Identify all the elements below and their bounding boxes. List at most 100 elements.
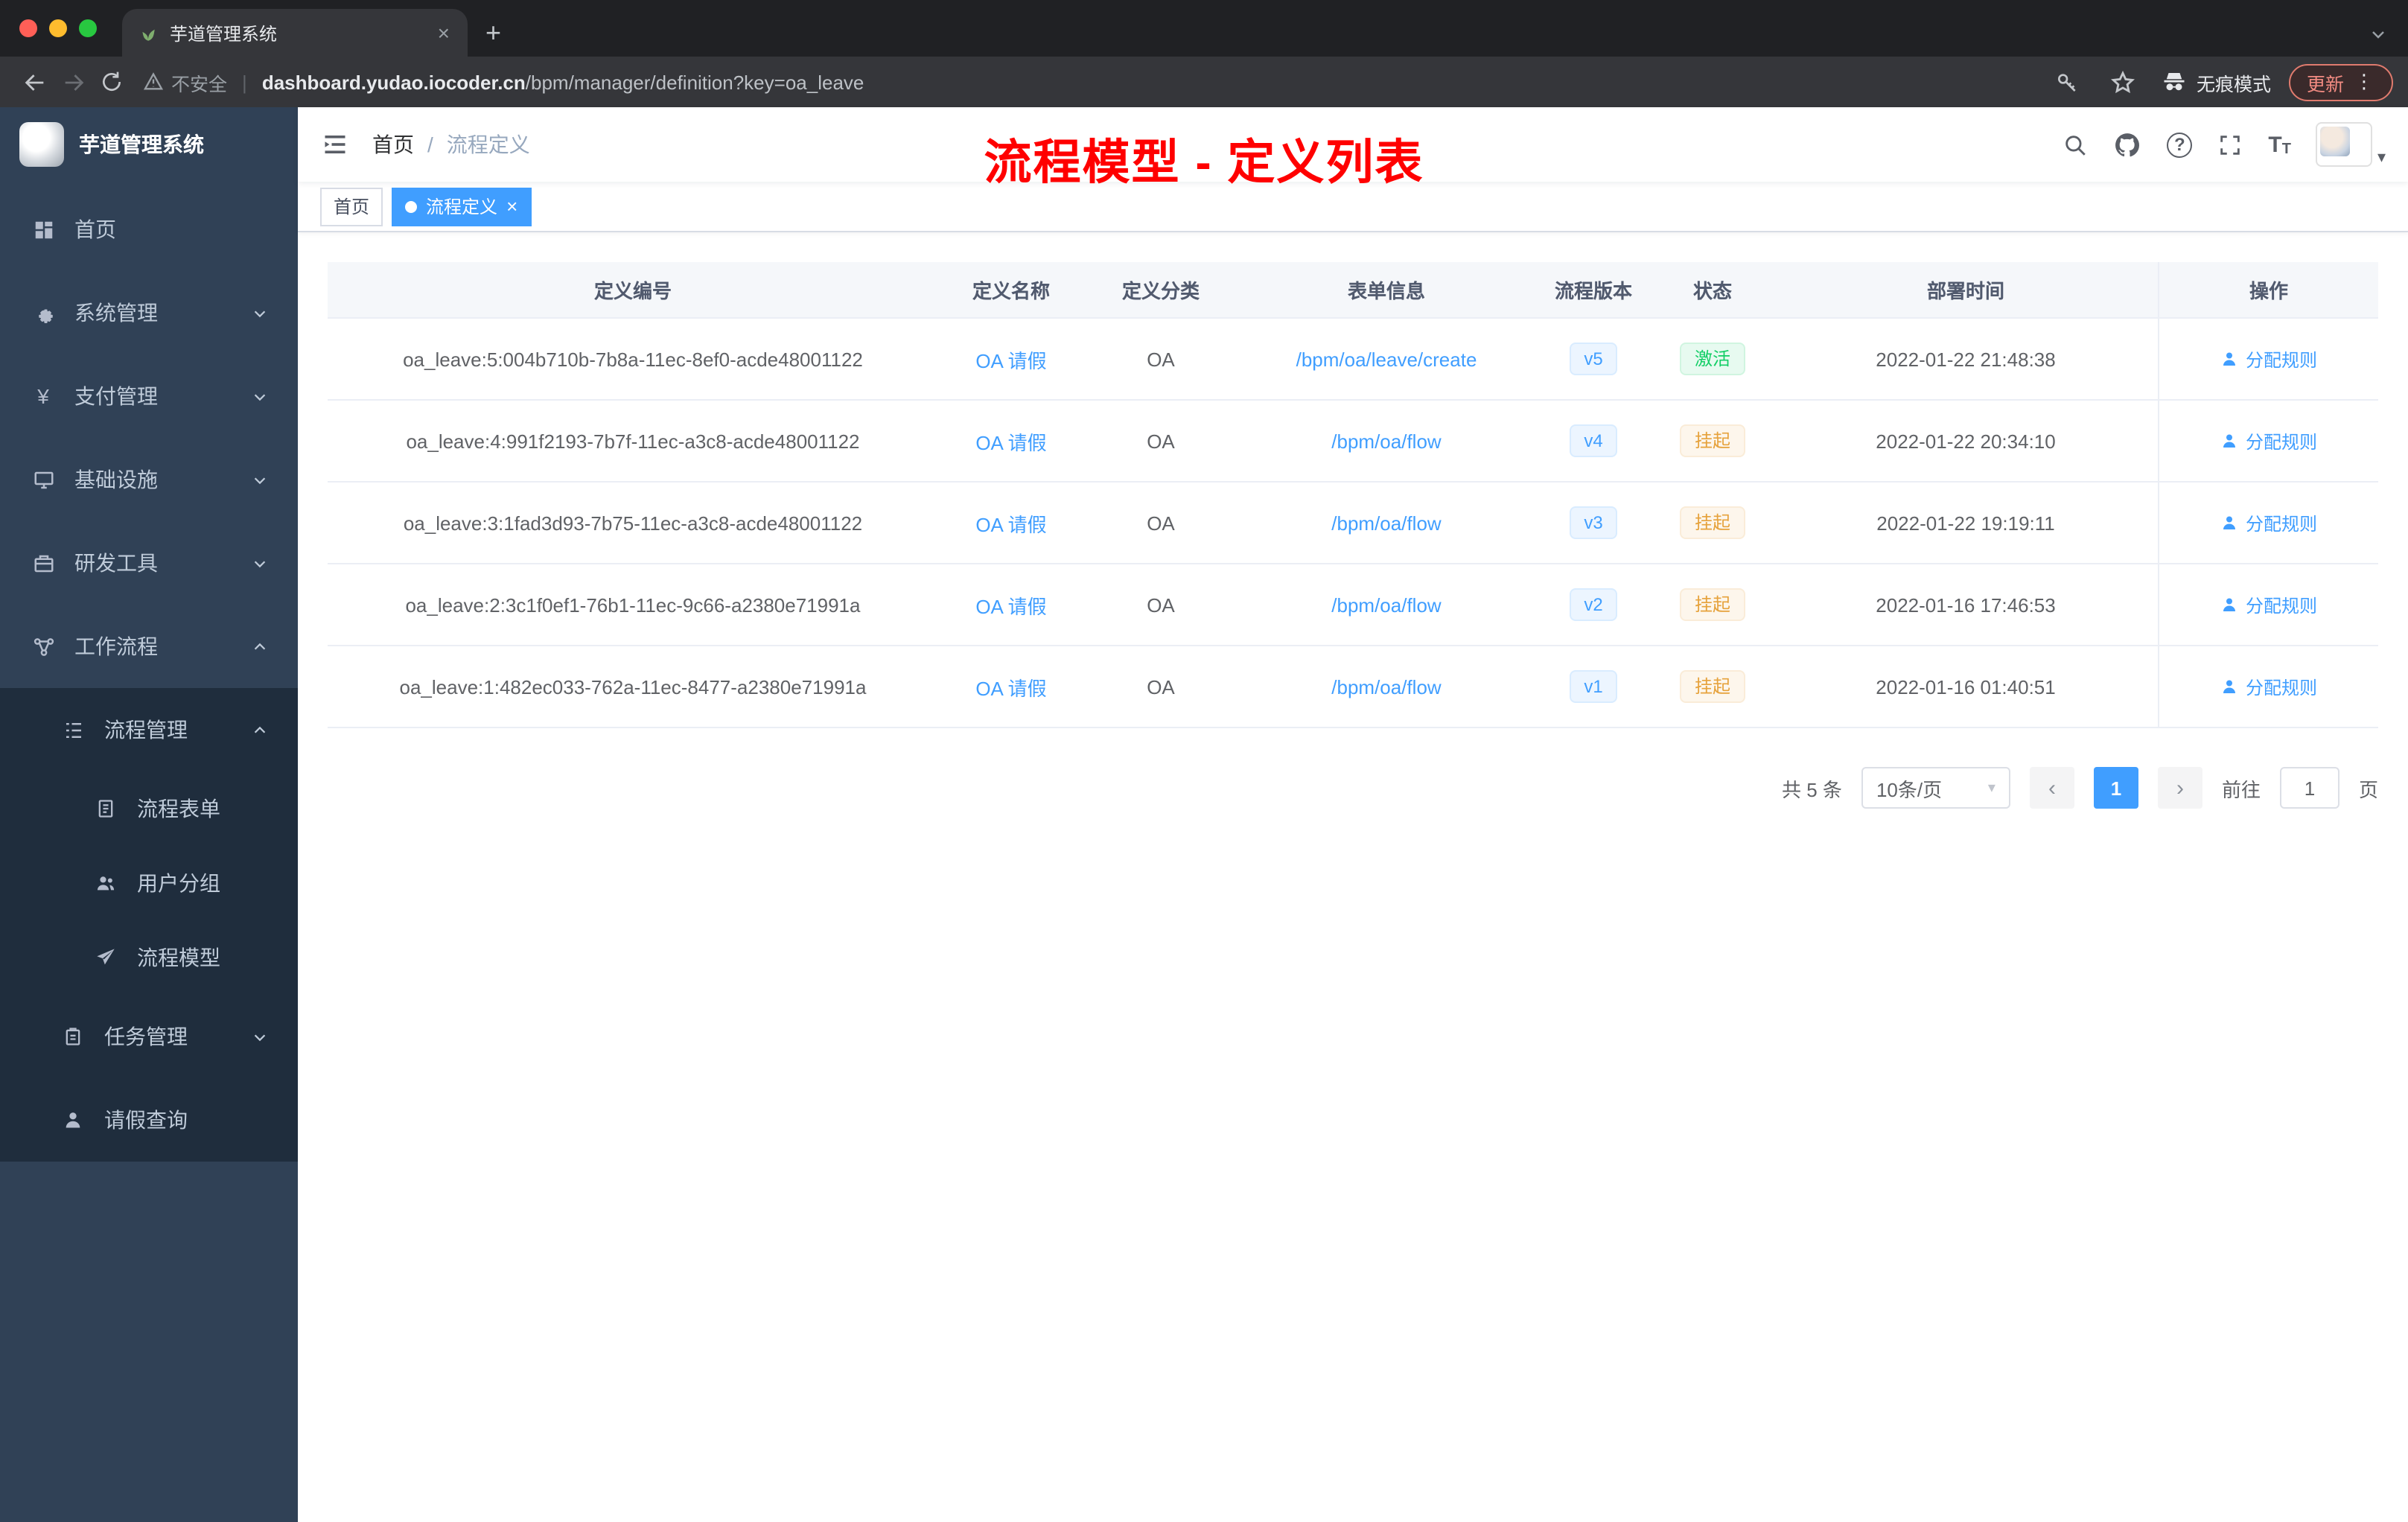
chevron-down-icon bbox=[252, 1028, 268, 1045]
caret-down-icon: ▾ bbox=[2377, 149, 2386, 167]
browser-menu-icon[interactable]: ⋮ bbox=[2354, 70, 2375, 94]
tab-close-icon[interactable]: × bbox=[435, 22, 453, 43]
next-page-button[interactable]: › bbox=[2157, 767, 2202, 809]
version-badge: v1 bbox=[1569, 669, 1618, 704]
tag-label: 首页 bbox=[334, 197, 370, 217]
cell-definition-id: oa_leave:4:991f2193-7b7f-11ec-a3c8-acde4… bbox=[406, 430, 860, 452]
assign-rule-link[interactable]: 分配规则 bbox=[2220, 510, 2317, 535]
monitor-icon bbox=[30, 468, 57, 491]
search-icon[interactable] bbox=[2063, 132, 2088, 157]
form-link[interactable]: /bpm/oa/flow bbox=[1331, 430, 1441, 452]
password-key-icon[interactable] bbox=[2048, 63, 2086, 101]
cell-deploy-time: 2022-01-16 01:40:51 bbox=[1876, 675, 2056, 698]
tag-home[interactable]: 首页 bbox=[320, 187, 383, 226]
forward-icon[interactable] bbox=[54, 63, 92, 101]
sidebar-item-payment[interactable]: ¥ 支付管理 bbox=[0, 354, 298, 438]
sidebar-item-label: 研发工具 bbox=[74, 551, 158, 575]
toolbar-right: 无痕模式 更新 ⋮ bbox=[2048, 63, 2393, 101]
help-icon[interactable]: ? bbox=[2167, 132, 2193, 157]
sidebar-item-task-management[interactable]: 任务管理 bbox=[0, 995, 298, 1078]
yen-icon: ¥ bbox=[37, 384, 49, 408]
page-content: 定义编号 定义名称 定义分类 表单信息 流程版本 状态 部署时间 操作 oa_l… bbox=[298, 232, 2408, 1522]
definition-name-link[interactable]: OA 请假 bbox=[975, 427, 1046, 455]
version-badge: v4 bbox=[1569, 424, 1618, 458]
page-unit-label: 页 bbox=[2358, 778, 2378, 800]
sidebar-item-home[interactable]: 首页 bbox=[0, 188, 298, 271]
favicon bbox=[137, 22, 158, 43]
person-icon bbox=[2223, 598, 2235, 611]
definition-name-link[interactable]: OA 请假 bbox=[975, 590, 1046, 619]
form-link[interactable]: /bpm/oa/flow bbox=[1331, 512, 1441, 534]
zoom-window-button[interactable] bbox=[79, 19, 97, 37]
app-frame: 芋道管理系统 首页 系统管理 ¥ 支付管理 基础设施 研发工具 工作流程 流程管… bbox=[0, 107, 2408, 1522]
tag-close-icon[interactable]: × bbox=[506, 197, 517, 216]
clipboard-icon bbox=[60, 1026, 86, 1047]
breadcrumb-current: 流程定义 bbox=[446, 133, 530, 156]
github-icon[interactable] bbox=[2113, 130, 2141, 159]
chevron-down-icon bbox=[252, 555, 268, 571]
address-bar[interactable]: 不安全 | dashboard.yudao.iocoder.cn/bpm/man… bbox=[143, 61, 2024, 103]
close-window-button[interactable] bbox=[19, 19, 37, 37]
sidebar-item-infrastructure[interactable]: 基础设施 bbox=[0, 438, 298, 521]
chrome-update-button[interactable]: 更新 ⋮ bbox=[2288, 63, 2393, 101]
cell-deploy-time: 2022-01-22 19:19:11 bbox=[1876, 512, 2055, 534]
avatar-image bbox=[2316, 122, 2373, 167]
url-text[interactable]: dashboard.yudao.iocoder.cn/bpm/manager/d… bbox=[262, 71, 864, 93]
security-chip[interactable]: 不安全 bbox=[143, 68, 227, 96]
assign-rule-link[interactable]: 分配规则 bbox=[2220, 428, 2317, 453]
page-size-select[interactable]: 10条/页 ▾ bbox=[1861, 767, 2010, 809]
cell-definition-id: oa_leave:3:1fad3d93-7b75-11ec-a3c8-acde4… bbox=[403, 512, 863, 534]
assign-rule-link[interactable]: 分配规则 bbox=[2220, 346, 2317, 372]
sidebar-item-leave-query[interactable]: 请假查询 bbox=[0, 1078, 298, 1162]
bookmark-star-icon[interactable] bbox=[2104, 63, 2143, 101]
person-icon bbox=[2223, 680, 2235, 693]
cell-category: OA bbox=[1147, 675, 1175, 698]
version-badge: v5 bbox=[1569, 342, 1618, 376]
sidebar-item-system[interactable]: 系统管理 bbox=[0, 271, 298, 354]
list-tree-icon bbox=[60, 719, 86, 741]
page-number-button[interactable]: 1 bbox=[2093, 767, 2138, 809]
assign-rule-label: 分配规则 bbox=[2245, 349, 2317, 370]
new-tab-button[interactable]: + bbox=[485, 19, 501, 46]
sidebar-item-process-management[interactable]: 流程管理 bbox=[0, 688, 298, 771]
sidebar-item-label: 系统管理 bbox=[74, 301, 158, 325]
browser-tab[interactable]: 芋道管理系统 × bbox=[122, 9, 468, 57]
prev-page-button[interactable]: ‹ bbox=[2029, 767, 2074, 809]
sidebar-item-label: 流程模型 bbox=[137, 946, 220, 969]
reload-icon[interactable] bbox=[92, 63, 131, 101]
chevron-down-icon bbox=[252, 305, 268, 321]
sidebar-item-label: 请假查询 bbox=[104, 1108, 188, 1132]
definition-name-link[interactable]: OA 请假 bbox=[975, 509, 1046, 537]
url-separator: | bbox=[242, 71, 247, 93]
tab-search-icon[interactable] bbox=[2369, 25, 2387, 43]
goto-page-input[interactable] bbox=[2279, 767, 2339, 809]
sidebar-item-user-group[interactable]: 用户分组 bbox=[0, 846, 298, 920]
col-version: 流程版本 bbox=[1554, 280, 1632, 302]
cell-category: OA bbox=[1147, 512, 1175, 534]
back-icon[interactable] bbox=[15, 63, 54, 101]
breadcrumb-home[interactable]: 首页 bbox=[372, 130, 414, 159]
tag-process-definition[interactable]: 流程定义 × bbox=[392, 187, 532, 226]
sidebar-item-label: 基础设施 bbox=[74, 468, 158, 491]
form-link[interactable]: /bpm/oa/flow bbox=[1331, 593, 1441, 616]
brand-avatar bbox=[19, 122, 64, 167]
font-size-icon[interactable]: TT bbox=[2268, 132, 2291, 157]
sidebar-item-label: 流程管理 bbox=[104, 718, 188, 742]
assign-rule-link[interactable]: 分配规则 bbox=[2220, 592, 2317, 617]
sidebar-item-process-form[interactable]: 流程表单 bbox=[0, 771, 298, 846]
sidebar-item-workflow[interactable]: 工作流程 bbox=[0, 605, 298, 688]
sidebar-item-process-model[interactable]: 流程模型 bbox=[0, 920, 298, 995]
form-link[interactable]: /bpm/oa/leave/create bbox=[1296, 348, 1477, 370]
definition-name-link[interactable]: OA 请假 bbox=[975, 345, 1046, 373]
hamburger-icon[interactable] bbox=[298, 107, 372, 182]
definition-name-link[interactable]: OA 请假 bbox=[975, 672, 1046, 701]
fullscreen-icon[interactable] bbox=[2217, 132, 2243, 157]
sidebar-item-dev-tools[interactable]: 研发工具 bbox=[0, 521, 298, 605]
form-link[interactable]: /bpm/oa/flow bbox=[1331, 675, 1441, 698]
tab-strip: 芋道管理系统 × + bbox=[0, 0, 2408, 57]
minimize-window-button[interactable] bbox=[49, 19, 67, 37]
incognito-badge: 无痕模式 bbox=[2161, 68, 2271, 96]
user-avatar[interactable]: ▾ bbox=[2316, 122, 2386, 167]
assign-rule-link[interactable]: 分配规则 bbox=[2220, 674, 2317, 699]
chevron-up-icon bbox=[252, 722, 268, 738]
